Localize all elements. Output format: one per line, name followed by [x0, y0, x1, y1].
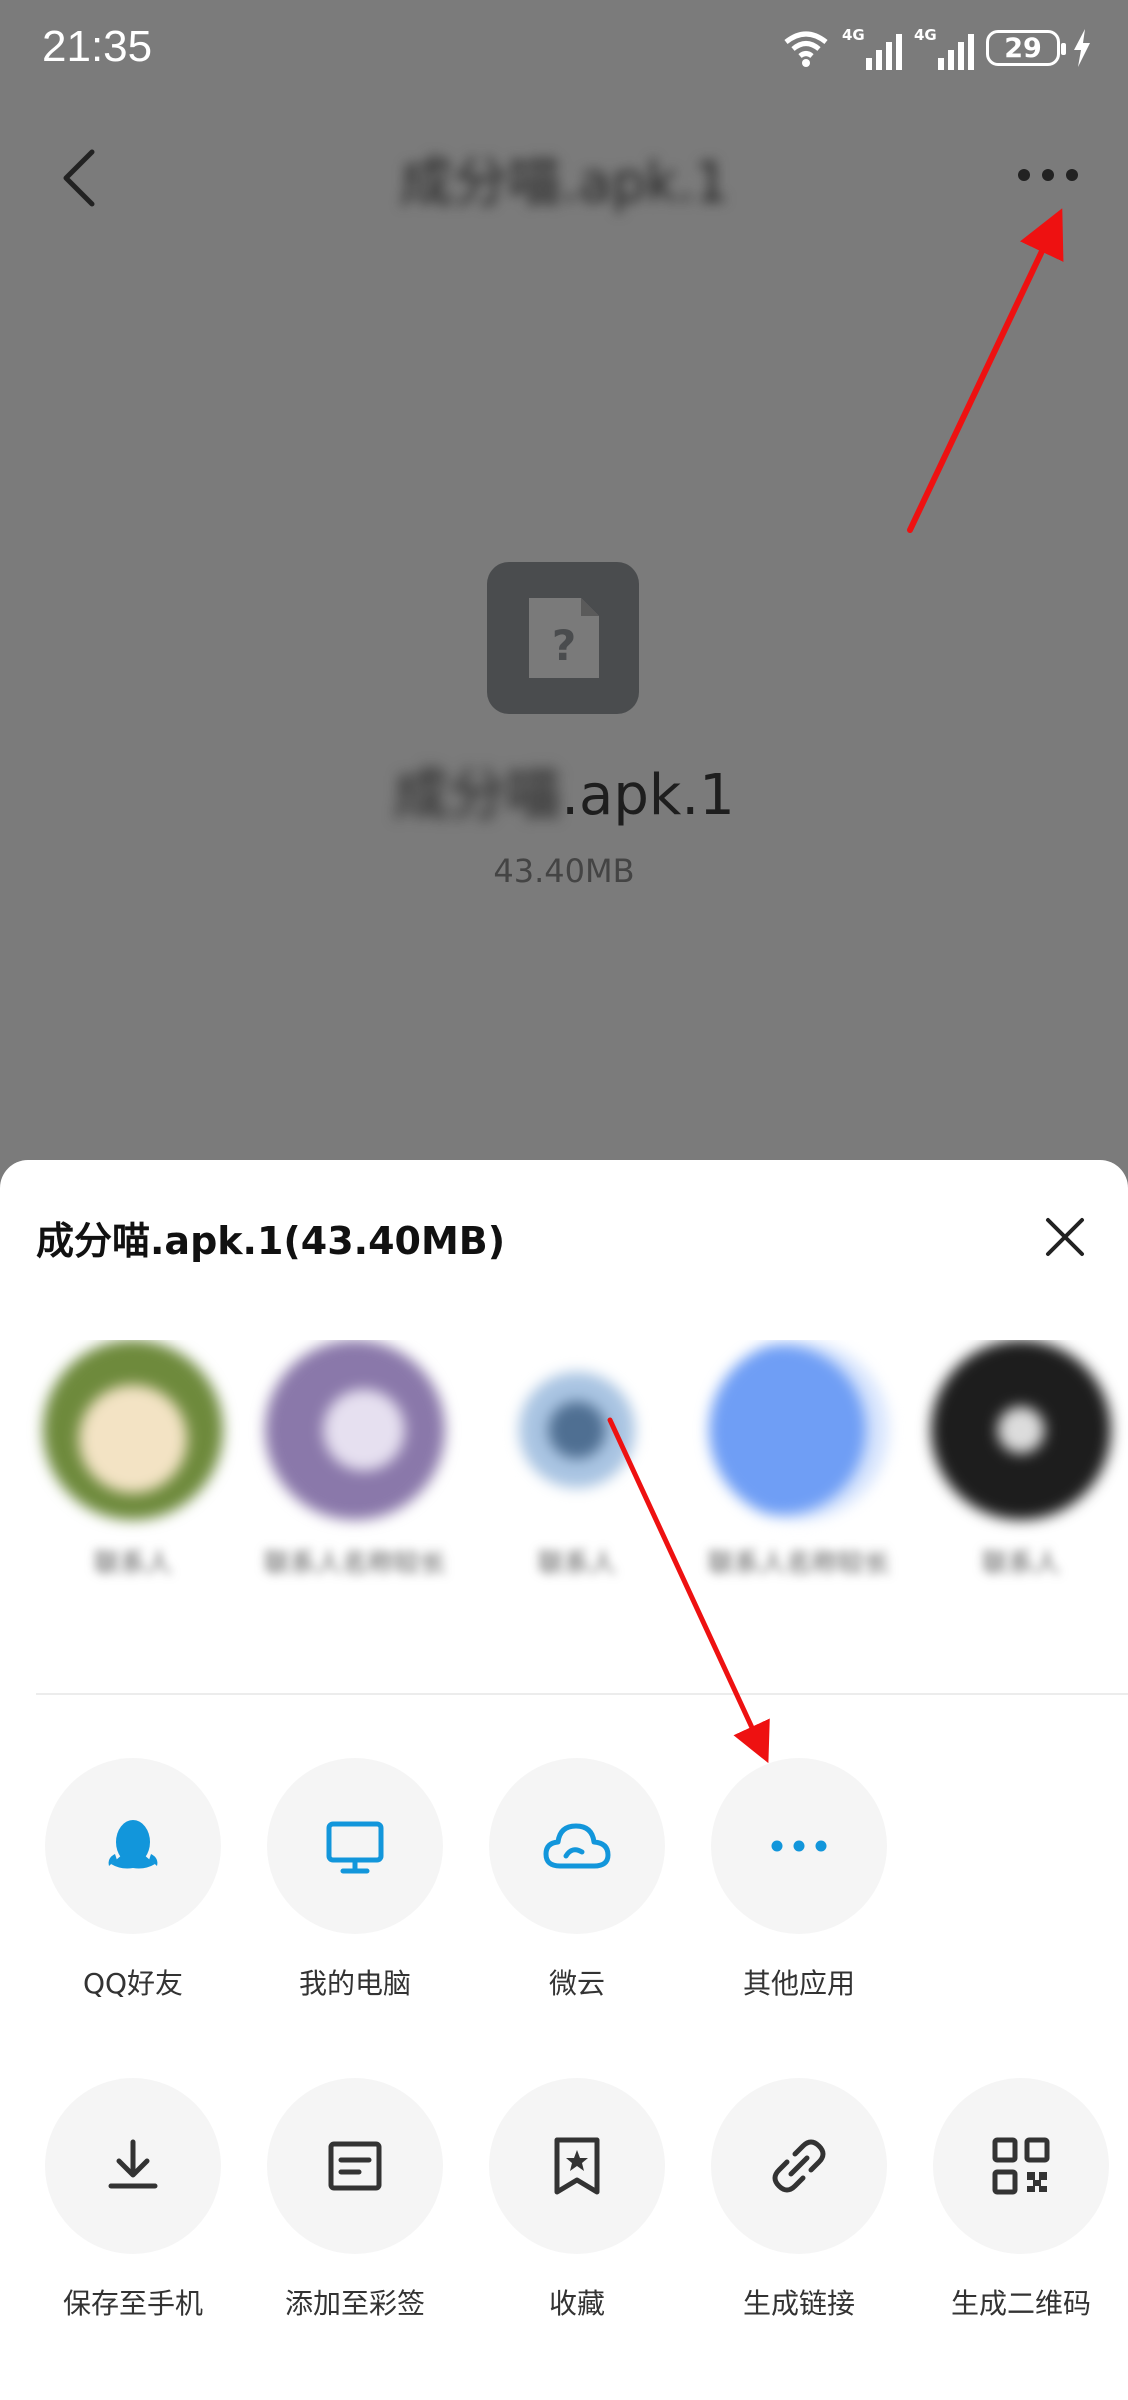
- contact-item[interactable]: 联系人: [28, 1340, 238, 1586]
- action-label: 添加至彩签: [284, 2287, 425, 2320]
- more-options-icon[interactable]: [1008, 145, 1088, 205]
- divider: [36, 1693, 1128, 1695]
- action-label: 保存至手机: [62, 2287, 203, 2320]
- contact-item[interactable]: 联系人名称较长: [694, 1340, 904, 1586]
- network-type-label: 4G: [842, 26, 865, 44]
- file-name-extension: .apk.1: [561, 763, 735, 828]
- close-icon[interactable]: [1040, 1212, 1090, 1262]
- action-label: 我的电脑: [298, 1967, 411, 2000]
- recent-contacts[interactable]: 联系人 联系人名称较长 联系人 联系人名称较长 联系人: [0, 1340, 1128, 1800]
- download-icon: [108, 2139, 158, 2189]
- contact-item[interactable]: 联系人名称较长: [250, 1340, 460, 1586]
- avatar: [931, 1340, 1111, 1520]
- generate-link-button[interactable]: [711, 2078, 887, 2254]
- more-dots-icon: [771, 1840, 827, 1852]
- share-my-computer[interactable]: 我的电脑: [244, 1758, 466, 2002]
- action-label: 生成链接: [742, 2287, 855, 2320]
- share-qq-friend[interactable]: QQ好友: [22, 1758, 244, 2002]
- signal-2: 4G: [914, 26, 974, 70]
- qq-penguin-icon: [108, 1820, 158, 1869]
- status-time: 21:35: [42, 22, 153, 71]
- generate-link[interactable]: 生成链接: [688, 2078, 910, 2322]
- annotation-arrow-top: [907, 208, 1064, 533]
- share-other-apps[interactable]: 其他应用: [688, 1758, 910, 2002]
- avatar: [265, 1340, 445, 1520]
- add-to-note-button[interactable]: [267, 2078, 443, 2254]
- share-sheet: 成分喵.apk.1(43.40MB) 联系人 联系人名称较长 联系人 联系人名称…: [0, 1160, 1128, 2400]
- weiyun-button[interactable]: [489, 1758, 665, 1934]
- signal-bars-icon: [938, 34, 974, 70]
- generate-qr-code[interactable]: 生成二维码: [910, 2078, 1128, 2322]
- note-icon: [328, 2141, 382, 2191]
- contact-item[interactable]: 联系人: [916, 1340, 1126, 1586]
- favorite-button[interactable]: [489, 2078, 665, 2254]
- top-bar: 成分喵.apk.1: [0, 120, 1128, 230]
- svg-text:?: ?: [552, 621, 576, 670]
- signal-1: 4G: [842, 26, 902, 70]
- contact-label: 联系人名称较长: [708, 1549, 891, 1579]
- my-computer-button[interactable]: [267, 1758, 443, 1934]
- qq-button[interactable]: [45, 1758, 221, 1934]
- favorite[interactable]: 收藏: [466, 2078, 688, 2322]
- action-label: 收藏: [548, 2287, 605, 2320]
- link-icon: [772, 2139, 826, 2193]
- action-label: QQ好友: [82, 1967, 184, 2000]
- action-label: 其他应用: [742, 1967, 855, 2000]
- contact-label: 联系人: [93, 1549, 172, 1579]
- contact-label: 联系人: [981, 1549, 1060, 1579]
- share-weiyun[interactable]: 微云: [466, 1758, 688, 2002]
- save-to-phone[interactable]: 保存至手机: [22, 2078, 244, 2322]
- avatar: [487, 1340, 667, 1520]
- generate-qr-code-button[interactable]: [933, 2078, 1109, 2254]
- bookmark-star-icon: [554, 2137, 600, 2195]
- avatar: [709, 1340, 889, 1520]
- contact-item[interactable]: 联系人: [472, 1340, 682, 1586]
- qr-code-icon: [992, 2137, 1050, 2195]
- page-title: 成分喵.apk.1: [399, 151, 729, 214]
- status-bar: 21:35 4G 4G 29: [0, 0, 1128, 100]
- wifi-icon: [784, 31, 828, 67]
- action-label: 微云: [548, 1967, 605, 2000]
- avatar: [43, 1340, 223, 1520]
- unknown-file-icon: ?: [487, 562, 639, 714]
- question-document-icon: ?: [529, 598, 599, 678]
- contact-label: 联系人: [537, 1549, 616, 1579]
- file-name: 成分喵.apk.1: [0, 750, 1128, 831]
- action-label: 生成二维码: [950, 2287, 1091, 2320]
- sheet-title: 成分喵.apk.1(43.40MB): [36, 1219, 506, 1263]
- file-size: 43.40MB: [493, 852, 635, 890]
- signal-bars-icon: [866, 34, 902, 70]
- monitor-icon: [326, 1821, 384, 1874]
- cloud-icon: [543, 1823, 611, 1869]
- charging-bolt-icon: [1074, 29, 1090, 67]
- file-name-blurred: 成分喵: [393, 763, 562, 828]
- add-to-note[interactable]: 添加至彩签: [244, 2078, 466, 2322]
- network-type-label: 4G: [914, 26, 937, 44]
- contact-label: 联系人名称较长: [264, 1549, 447, 1579]
- battery-icon: 29: [986, 30, 1066, 66]
- status-icons: 4G 4G 29: [782, 26, 1092, 70]
- other-apps-button[interactable]: [711, 1758, 887, 1934]
- save-to-phone-button[interactable]: [45, 2078, 221, 2254]
